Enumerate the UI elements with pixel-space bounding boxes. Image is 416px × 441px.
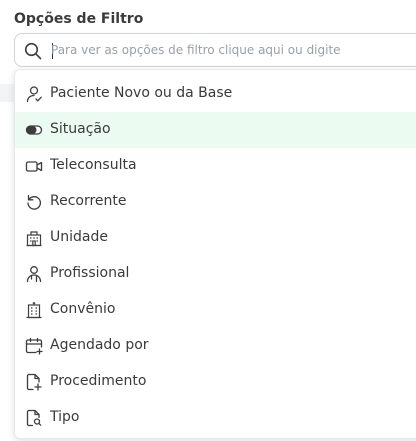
- filter-option-label: Situação: [50, 121, 111, 137]
- filter-option-label: Teleconsulta: [50, 157, 137, 173]
- file-plus-icon: [25, 373, 43, 391]
- search-icon: [24, 42, 42, 60]
- filter-option-label: Procedimento: [50, 373, 147, 389]
- filter-option-agendado-por[interactable]: Agendado por: [15, 328, 416, 364]
- user-check-icon: [25, 85, 43, 103]
- filter-option-label: Convênio: [50, 301, 116, 317]
- filter-option-label: Tipo: [50, 409, 80, 425]
- filter-options-list: Paciente Novo ou da Base Situação Teleco…: [15, 76, 416, 436]
- background-strip: [0, 84, 14, 102]
- filter-search-input[interactable]: [51, 40, 411, 60]
- filter-option-label: Recorrente: [50, 193, 127, 209]
- filter-options-title: Opções de Filtro: [14, 11, 144, 27]
- user-badge-icon: [25, 265, 43, 283]
- filter-option-situacao[interactable]: Situação: [15, 112, 416, 148]
- filter-option-teleconsulta[interactable]: Teleconsulta: [15, 148, 416, 184]
- filter-option-unidade[interactable]: Unidade: [15, 220, 416, 256]
- filter-option-profissional[interactable]: Profissional: [15, 256, 416, 292]
- filter-option-label: Agendado por: [50, 337, 149, 353]
- filter-search-box[interactable]: [14, 33, 416, 67]
- file-search-icon: [25, 409, 43, 427]
- filter-option-label: Unidade: [50, 229, 108, 245]
- rotate-ccw-icon: [25, 193, 43, 211]
- filter-option-convenio[interactable]: Convênio: [15, 292, 416, 328]
- building-icon: [25, 229, 43, 247]
- filter-option-recorrente[interactable]: Recorrente: [15, 184, 416, 220]
- filter-option-label: Profissional: [50, 265, 130, 281]
- calendar-plus-icon: [25, 337, 43, 355]
- filter-option-tipo[interactable]: Tipo: [15, 400, 416, 436]
- filter-option-paciente-novo[interactable]: Paciente Novo ou da Base: [15, 76, 416, 112]
- hospital-icon: [25, 301, 43, 319]
- filter-options-dropdown: Paciente Novo ou da Base Situação Teleco…: [14, 69, 416, 439]
- video-camera-icon: [25, 157, 43, 175]
- filter-option-procedimento[interactable]: Procedimento: [15, 364, 416, 400]
- toggle-icon: [25, 121, 43, 139]
- filter-option-label: Paciente Novo ou da Base: [50, 85, 233, 101]
